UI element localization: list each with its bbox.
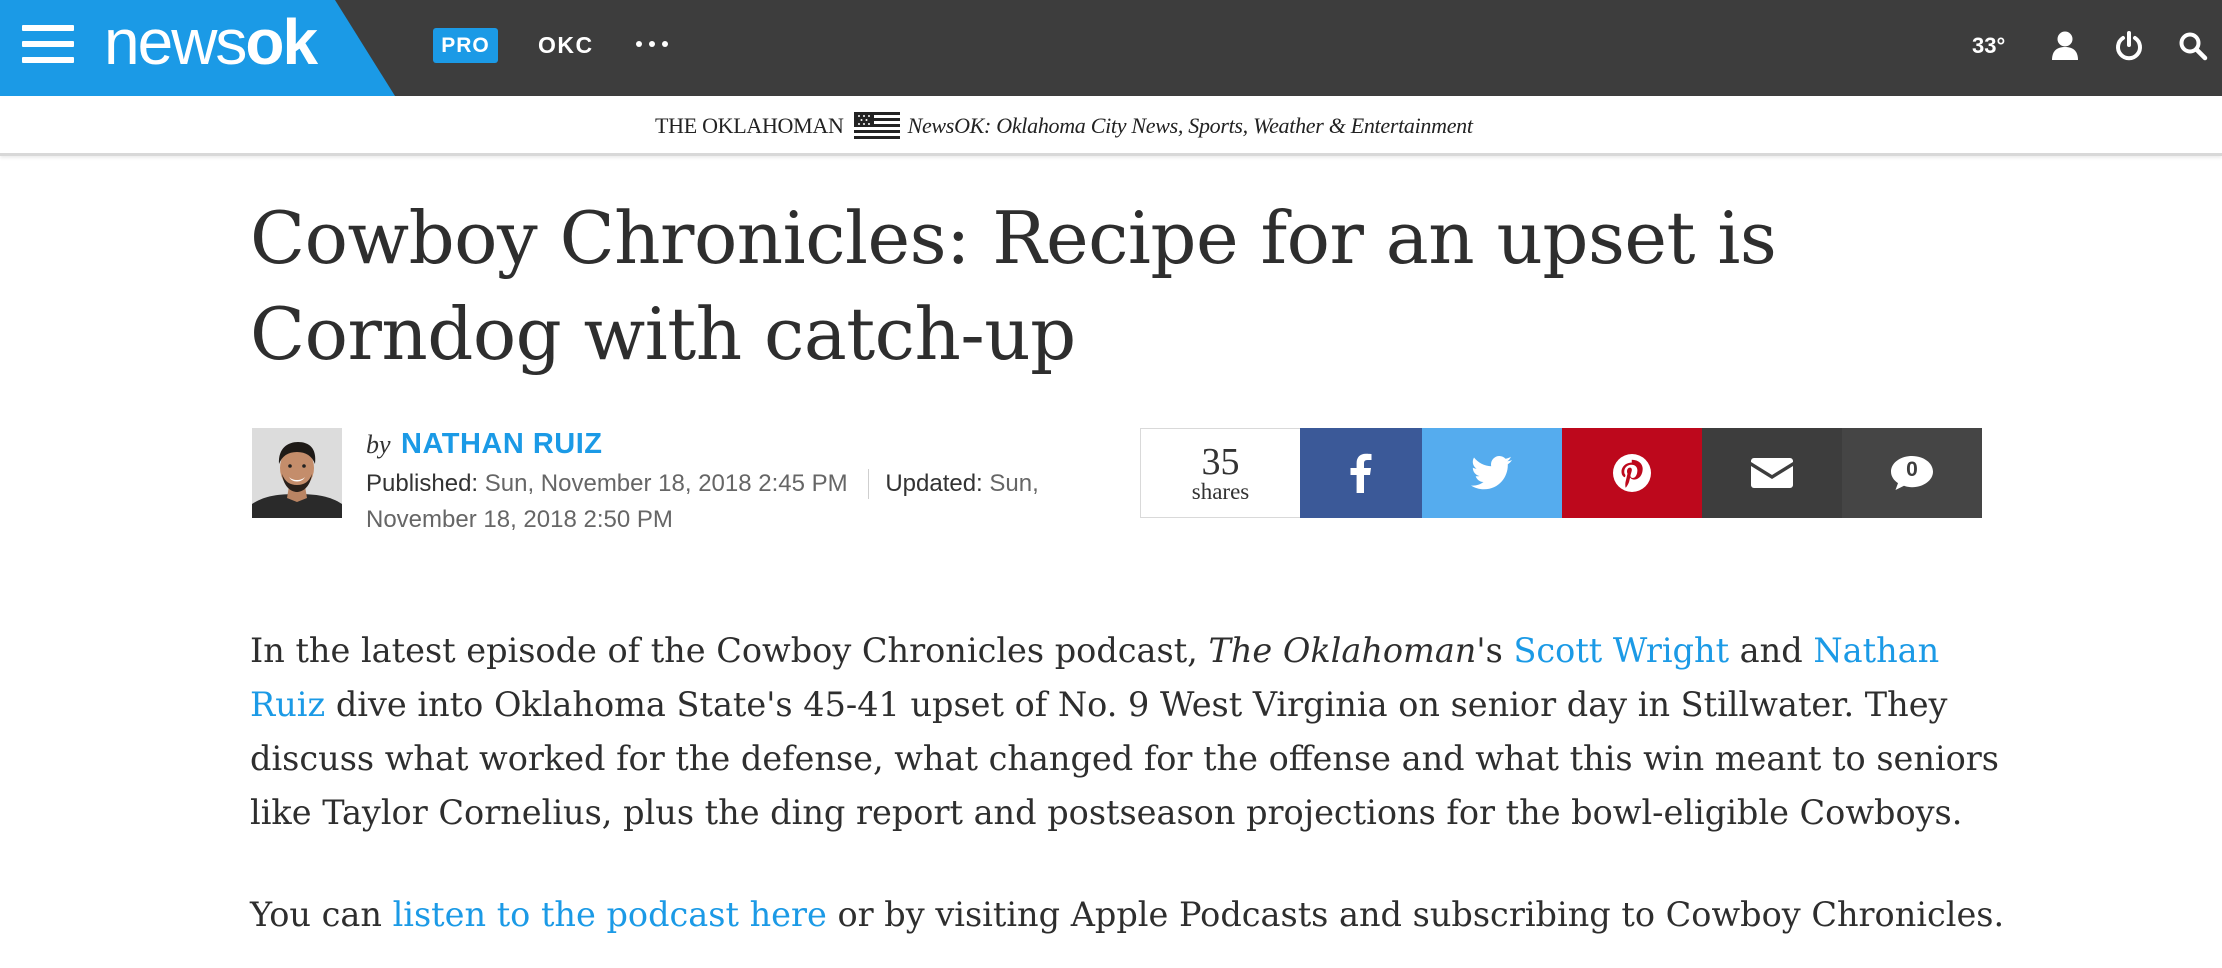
- twitter-share-button[interactable]: [1422, 428, 1562, 518]
- pro-button[interactable]: PRO: [433, 28, 498, 63]
- newsok-logo[interactable]: newsok: [104, 2, 318, 82]
- published-date: Sun, November 18, 2018 2:45 PM: [484, 470, 848, 497]
- p2-text-b: or by visiting Apple Podcasts and subscr…: [826, 895, 2005, 934]
- search-icon[interactable]: [2178, 30, 2208, 62]
- date-divider: [868, 469, 870, 499]
- author-name-link[interactable]: NATHAN RUIZ: [401, 428, 603, 460]
- weather-temperature[interactable]: 33°: [1972, 28, 2005, 63]
- share-count-number: 35: [1201, 441, 1240, 483]
- share-count-label: shares: [1191, 479, 1250, 504]
- site-description: NewsOK: Oklahoma City News, Sports, Weat…: [907, 113, 1473, 138]
- more-dots-icon[interactable]: [636, 38, 668, 50]
- pinterest-share-button[interactable]: [1562, 428, 1702, 518]
- body-paragraph-2: You can listen to the podcast here or by…: [250, 888, 2010, 942]
- scott-wright-link[interactable]: Scott Wright: [1513, 631, 1729, 670]
- oklahoman-wordmark[interactable]: THE OKLAHOMAN: [655, 113, 844, 139]
- author-avatar[interactable]: [252, 428, 342, 518]
- article-body: In the latest episode of the Cowboy Chro…: [250, 624, 2010, 968]
- power-icon[interactable]: [2114, 30, 2144, 62]
- published-label: Published:: [366, 470, 479, 497]
- p1-text-a: In the latest episode of the Cowboy Chro…: [250, 631, 1209, 670]
- tagline-bar: THE OKLAHOMAN NewsOK: Oklahoma City News…: [0, 96, 2222, 156]
- nav-okc-link[interactable]: OKC: [538, 28, 594, 63]
- p1-text-c: and: [1729, 631, 1814, 670]
- article-dates: Published: Sun, November 18, 2018 2:45 P…: [366, 466, 1106, 538]
- podcast-link[interactable]: listen to the podcast here: [393, 895, 827, 934]
- comments-button[interactable]: 0: [1842, 428, 1982, 518]
- p1-text-b: 's: [1476, 631, 1514, 670]
- logo-text-bold: ok: [245, 6, 318, 78]
- logo-text-light: news: [104, 6, 247, 78]
- email-share-button[interactable]: [1702, 428, 1842, 518]
- top-nav-bar: newsok PRO OKC 33°: [0, 0, 2222, 96]
- updated-label: Updated:: [885, 470, 983, 497]
- share-counter: 35 shares: [1140, 428, 1300, 518]
- email-icon: [1751, 458, 1793, 488]
- share-bar: 35 shares 0: [1140, 428, 1982, 518]
- byline-prefix: by: [366, 430, 391, 459]
- body-paragraph-1: In the latest episode of the Cowboy Chro…: [250, 624, 2010, 840]
- p2-text-a: You can: [250, 895, 393, 934]
- p1-publication: The Oklahoman: [1208, 631, 1477, 670]
- comment-count: 0: [1906, 458, 1918, 481]
- pinterest-icon: [1613, 454, 1651, 492]
- hamburger-menu-icon[interactable]: [22, 25, 74, 63]
- twitter-icon: [1471, 456, 1512, 490]
- article-headline: Cowboy Chronicles: Recipe for an upset i…: [250, 196, 1777, 376]
- byline: by NATHAN RUIZ: [366, 428, 603, 462]
- p1-text-d: dive into Oklahoma State's 45-41 upset o…: [250, 685, 2000, 832]
- facebook-share-button[interactable]: [1300, 428, 1422, 518]
- user-icon[interactable]: [2050, 30, 2080, 62]
- flag-icon: [853, 112, 900, 140]
- facebook-icon: [1350, 453, 1372, 493]
